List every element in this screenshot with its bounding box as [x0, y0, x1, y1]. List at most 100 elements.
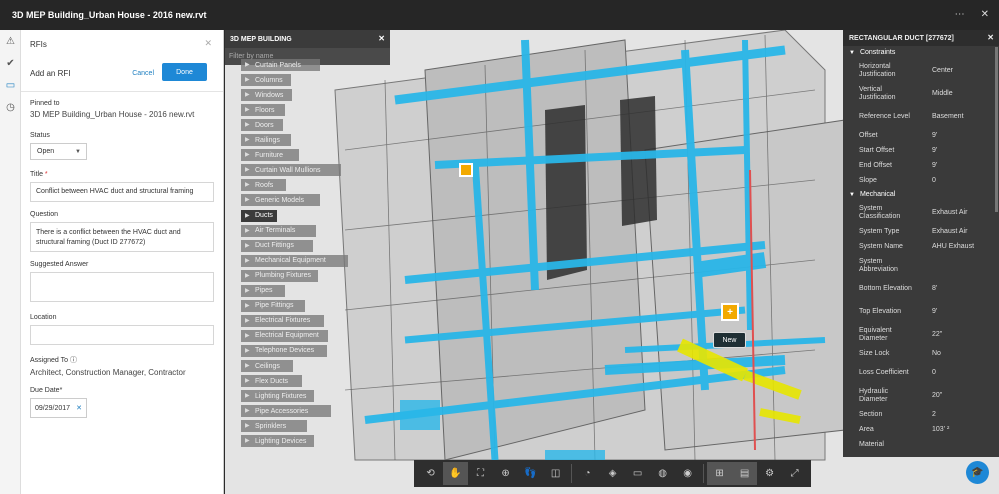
new-pin-tag[interactable]: New	[713, 332, 746, 348]
tree-item[interactable]: ▶ Ceilings	[241, 360, 293, 372]
expand-icon[interactable]: ▶	[245, 347, 250, 354]
expand-icon[interactable]: ▶	[245, 377, 250, 384]
rfi-icon[interactable]: ▭	[0, 74, 21, 96]
expand-icon[interactable]: ▶	[245, 257, 250, 264]
tree-item[interactable]: ▶ Pipes	[241, 284, 285, 297]
expand-icon[interactable]: ▶	[245, 422, 250, 429]
rfi-pin-marker[interactable]	[459, 163, 473, 177]
expand-icon[interactable]: ▶	[245, 121, 250, 128]
expand-icon[interactable]: ▶	[245, 332, 250, 339]
property-value: 8'	[932, 284, 938, 292]
expand-icon[interactable]: ▶	[245, 272, 250, 279]
measure-icon[interactable]: ◔	[575, 462, 600, 485]
orbit-icon[interactable]: ⟲	[418, 462, 443, 485]
fit-to-view-icon[interactable]: ⛶	[468, 462, 493, 485]
settings-icon[interactable]: ⚙	[757, 462, 782, 485]
status-select[interactable]: Open ▼	[30, 143, 87, 160]
tree-item[interactable]: ▶ Air Terminals	[241, 224, 316, 237]
tree-item-label: Doors	[255, 121, 274, 129]
expand-icon[interactable]: ▶	[245, 242, 250, 249]
close-window-icon[interactable]: ✕	[981, 9, 989, 20]
expand-icon[interactable]: ▶	[245, 151, 250, 158]
tree-item[interactable]: ▶ Columns	[241, 74, 291, 87]
expand-icon[interactable]: ▶	[245, 317, 250, 324]
model-browser-icon[interactable]: ⊞	[707, 462, 733, 485]
tree-item[interactable]: ▶ Electrical Fixtures	[241, 314, 324, 327]
tree-item[interactable]: ▶ Lighting Fixtures	[241, 390, 314, 403]
expand-icon[interactable]: ▶	[245, 287, 250, 294]
tree-item[interactable]: ▶ Generic Models	[241, 194, 320, 207]
expand-icon[interactable]: ▶	[245, 61, 250, 68]
location-input[interactable]	[30, 325, 214, 345]
section-plane-icon[interactable]: ▭	[625, 462, 650, 485]
tree-item[interactable]: ▶ Mechanical Equipment	[241, 254, 348, 267]
close-panel-icon[interactable]: ✕	[204, 38, 212, 49]
expand-icon[interactable]: ▶	[245, 407, 250, 414]
warning-icon[interactable]: ⚠	[0, 30, 21, 52]
hide-icon[interactable]: ◍	[650, 462, 675, 485]
clock-icon[interactable]: ◷	[0, 96, 21, 118]
tree-item-label: Railings	[255, 136, 280, 144]
expand-icon[interactable]: ▶	[245, 362, 250, 369]
expand-icon[interactable]: ▶	[245, 76, 250, 83]
checklist-icon[interactable]: ✔	[0, 52, 21, 74]
tree-item[interactable]: ▶ Lighting Devices	[241, 435, 314, 448]
properties-panel: RECTANGULAR DUCT [277672] ✕ ▼ Constraints…	[843, 30, 999, 457]
expand-icon[interactable]: ▶	[245, 181, 250, 188]
zoom-icon[interactable]: ⊕	[493, 462, 518, 485]
tree-item[interactable]: ▶ Pipe Accessories	[241, 405, 331, 418]
tree-item[interactable]: ▶ Doors	[241, 119, 283, 132]
first-person-icon[interactable]: 👣	[518, 462, 543, 485]
help-icon[interactable]: 🎓	[966, 461, 989, 484]
property-name: Hydraulic Diameter	[859, 387, 889, 403]
expand-icon[interactable]: ▶	[245, 196, 250, 203]
tree-item-label: Generic Models	[255, 196, 305, 204]
tree-item[interactable]: ▶ Telephone Devices	[241, 344, 327, 357]
expand-icon[interactable]: ▶	[245, 166, 250, 173]
tree-item[interactable]: ▶ Roofs	[241, 179, 286, 192]
tree-item[interactable]: ▶ Curtain Wall Mullions	[241, 164, 341, 177]
expand-icon[interactable]: ▶	[245, 392, 250, 399]
title-input[interactable]: Conflict between HVAC duct and structura…	[30, 182, 214, 202]
constraints-section[interactable]: ▼ Constraints	[843, 46, 999, 59]
expand-icon[interactable]: ▶	[245, 437, 250, 444]
tree-item[interactable]: ▶ Ducts	[241, 209, 277, 222]
tree-item[interactable]: ▶ Flex Ducts	[241, 375, 302, 388]
clear-date-icon[interactable]: ✕	[76, 404, 82, 412]
expand-icon[interactable]: ▶	[245, 106, 250, 113]
tree-item[interactable]: ▶ Furniture	[241, 149, 299, 162]
mechanical-section[interactable]: ▼ Mechanical	[843, 188, 999, 201]
tree-item[interactable]: ▶ Sprinklers	[241, 420, 307, 433]
fullscreen-icon[interactable]: ⤢	[782, 462, 807, 485]
expand-icon[interactable]: ▶	[245, 136, 250, 143]
assigned-to-value[interactable]: Architect, Construction Manager, Contrac…	[30, 368, 214, 377]
expand-icon[interactable]: ▶	[245, 212, 250, 219]
tree-item[interactable]: ▶ Electrical Equipment	[241, 329, 328, 342]
show-icon[interactable]: ◉	[675, 462, 700, 485]
info-icon[interactable]: ⓘ	[70, 357, 77, 364]
expand-icon[interactable]: ▶	[245, 91, 250, 98]
expand-icon[interactable]: ▶	[245, 227, 250, 234]
explode-icon[interactable]: ◈	[600, 462, 625, 485]
suggested-answer-textarea[interactable]	[30, 272, 214, 302]
due-date-input[interactable]: 09/29/2017 ✕	[30, 398, 87, 418]
done-button[interactable]: Done	[162, 63, 207, 81]
properties-icon[interactable]: ▤	[732, 462, 758, 485]
close-properties-icon[interactable]: ✕	[987, 33, 994, 42]
close-browser-icon[interactable]: ✕	[378, 34, 385, 43]
tree-item[interactable]: ▶ Railings	[241, 134, 291, 147]
tree-item[interactable]: ▶ Curtain Panels	[241, 59, 320, 71]
section-icon[interactable]: ◫	[543, 462, 568, 485]
scrollbar[interactable]	[995, 47, 998, 212]
cancel-button[interactable]: Cancel	[132, 70, 154, 77]
tree-item[interactable]: ▶ Duct Fittings	[241, 239, 313, 252]
tree-item[interactable]: ▶ Windows	[241, 89, 292, 102]
tree-item[interactable]: ▶ Pipe Fittings	[241, 299, 305, 312]
expand-icon[interactable]: ▶	[245, 302, 250, 309]
more-options-icon[interactable]: ⋯	[955, 9, 965, 20]
question-textarea[interactable]: There is a conflict between the HVAC duc…	[30, 222, 214, 252]
tree-item[interactable]: ▶ Plumbing Fixtures	[241, 269, 318, 282]
tree-item[interactable]: ▶ Floors	[241, 104, 285, 117]
pan-icon[interactable]: ✋	[443, 462, 469, 485]
add-pin-icon[interactable]: +	[721, 303, 739, 321]
